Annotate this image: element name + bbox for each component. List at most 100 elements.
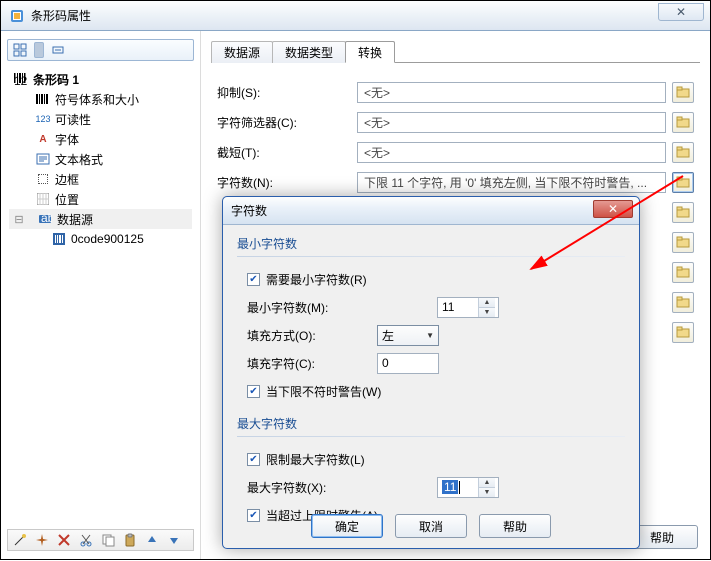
property-tree: 123 条形码 1 符号体系和大小 123可读性 A字体 文本格式 边框 位置 … <box>7 67 194 523</box>
truncate-label: 截短(T): <box>217 144 357 161</box>
pad-method-label: 填充方式(O): <box>247 327 377 344</box>
spin-up-icon[interactable]: ▲ <box>479 478 495 488</box>
tree-item-position[interactable]: 位置 <box>9 189 192 209</box>
close-icon: ✕ <box>676 5 686 19</box>
bottom-toolbar <box>7 529 194 551</box>
row5-edit-button[interactable] <box>672 202 694 223</box>
border-icon <box>35 171 51 187</box>
tab-datatype[interactable]: 数据类型 <box>272 41 346 63</box>
dialog-help-button[interactable]: 帮助 <box>479 514 551 538</box>
window-close-button[interactable]: ✕ <box>658 3 704 21</box>
tab-transform[interactable]: 转换 <box>345 41 395 63</box>
folder-icon <box>676 146 690 158</box>
left-panel: 123 条形码 1 符号体系和大小 123可读性 A字体 文本格式 边框 位置 … <box>1 31 201 559</box>
pad-method-select[interactable]: 左 ▼ <box>377 325 439 346</box>
truncate-edit-button[interactable] <box>672 142 694 163</box>
tree-item-leaf[interactable]: 0code900125 <box>9 229 192 249</box>
toolbar-separator <box>34 42 44 58</box>
suppress-label: 抑制(S): <box>217 84 357 101</box>
cut-icon[interactable] <box>78 532 94 548</box>
spin-down-icon[interactable]: ▼ <box>479 308 495 317</box>
tree-item-readability[interactable]: 123可读性 <box>9 109 192 129</box>
tree-root[interactable]: 123 条形码 1 <box>9 69 192 89</box>
min-group: 最小字符数 ✔ 需要最小字符数(R) 最小字符数(M): ▲▼ 填充方式(O):… <box>237 235 625 405</box>
dialog-titlebar: 字符数 ✕ <box>223 197 639 225</box>
tree-item-border[interactable]: 边框 <box>9 169 192 189</box>
tree-expander[interactable]: ⊟ <box>13 213 25 226</box>
filter-label: 字符筛选器(C): <box>217 114 357 131</box>
min-warn-label: 当下限不符时警告(W) <box>266 383 381 400</box>
suppress-edit-button[interactable] <box>672 82 694 103</box>
folder-icon <box>676 326 690 338</box>
window-title: 条形码属性 <box>31 7 91 24</box>
row8-edit-button[interactable] <box>672 292 694 313</box>
chevron-down-icon: ▼ <box>426 331 434 340</box>
tree-item-textformat[interactable]: 文本格式 <box>9 149 192 169</box>
move-down-icon[interactable] <box>166 532 182 548</box>
app-icon <box>9 8 25 24</box>
chars-label: 字符数(N): <box>217 174 357 191</box>
pad-char-label: 填充字符(C): <box>247 355 377 372</box>
tree-item-symbology[interactable]: 符号体系和大小 <box>9 89 192 109</box>
max-count-label: 最大字符数(X): <box>247 479 377 496</box>
dialog-title: 字符数 <box>231 202 267 219</box>
pad-char-input[interactable] <box>377 353 439 374</box>
tree-root-label: 条形码 1 <box>33 71 79 88</box>
tree-item-datasource[interactable]: ⊟ab数据源 <box>9 209 192 229</box>
spin-up-icon[interactable]: ▲ <box>479 298 495 308</box>
delete-icon[interactable] <box>56 532 72 548</box>
max-group: 最大字符数 ✔ 限制最大字符数(L) 最大字符数(X): 11 ▲▼ ✔ 当超过… <box>237 415 625 529</box>
min-group-title: 最小字符数 <box>237 235 625 252</box>
spin-down-icon[interactable]: ▼ <box>479 488 495 497</box>
min-count-label: 最小字符数(M): <box>247 299 377 316</box>
expand-all-icon[interactable] <box>12 42 28 58</box>
wizard-icon[interactable] <box>12 532 28 548</box>
folder-icon <box>676 206 690 218</box>
truncate-value: <无> <box>357 142 666 163</box>
cancel-button[interactable]: 取消 <box>395 514 467 538</box>
window-titlebar: 条形码属性 ✕ <box>1 1 710 31</box>
move-up-icon[interactable] <box>144 532 160 548</box>
datasource-icon: ab <box>37 211 53 227</box>
chars-value: 下限 11 个字符, 用 '0' 填充左侧, 当下限不符时警告, ... <box>357 172 666 193</box>
folder-icon <box>676 86 690 98</box>
max-enable-checkbox[interactable]: ✔ <box>247 453 260 466</box>
chars-dialog: 字符数 ✕ 最小字符数 ✔ 需要最小字符数(R) 最小字符数(M): ▲▼ 填充… <box>222 196 640 549</box>
dialog-close-button[interactable]: ✕ <box>593 200 633 218</box>
ok-button[interactable]: 确定 <box>311 514 383 538</box>
collapse-all-icon[interactable] <box>50 42 66 58</box>
row7-edit-button[interactable] <box>672 262 694 283</box>
filter-value: <无> <box>357 112 666 133</box>
barcode-icon <box>35 91 51 107</box>
barcode-leaf-icon <box>51 231 67 247</box>
suppress-value: <无> <box>357 82 666 103</box>
max-count-input[interactable]: 11 ▲▼ <box>437 477 499 498</box>
tab-datasource[interactable]: 数据源 <box>211 41 273 63</box>
min-enable-label: 需要最小字符数(R) <box>266 271 367 288</box>
filter-edit-button[interactable] <box>672 112 694 133</box>
tree-item-font[interactable]: A字体 <box>9 129 192 149</box>
min-enable-checkbox[interactable]: ✔ <box>247 273 260 286</box>
folder-icon <box>676 296 690 308</box>
position-icon <box>35 191 51 207</box>
max-group-title: 最大字符数 <box>237 415 625 432</box>
min-count-input[interactable]: ▲▼ <box>437 297 499 318</box>
dialog-footer: 确定 取消 帮助 <box>223 514 639 538</box>
left-toolbar <box>7 39 194 61</box>
close-icon: ✕ <box>608 202 618 216</box>
row9-edit-button[interactable] <box>672 322 694 343</box>
max-enable-label: 限制最大字符数(L) <box>266 451 365 468</box>
chars-edit-button[interactable] <box>672 172 694 193</box>
paste-icon[interactable] <box>122 532 138 548</box>
svg-text:123: 123 <box>14 74 28 85</box>
barcode-root-icon: 123 <box>13 71 29 87</box>
nums-icon: 123 <box>35 111 51 127</box>
copy-icon[interactable] <box>100 532 116 548</box>
sparkle-icon[interactable] <box>34 532 50 548</box>
folder-icon <box>676 116 690 128</box>
folder-icon <box>676 266 690 278</box>
min-warn-checkbox[interactable]: ✔ <box>247 385 260 398</box>
folder-icon <box>676 236 690 248</box>
row6-edit-button[interactable] <box>672 232 694 253</box>
font-icon: A <box>35 131 51 147</box>
